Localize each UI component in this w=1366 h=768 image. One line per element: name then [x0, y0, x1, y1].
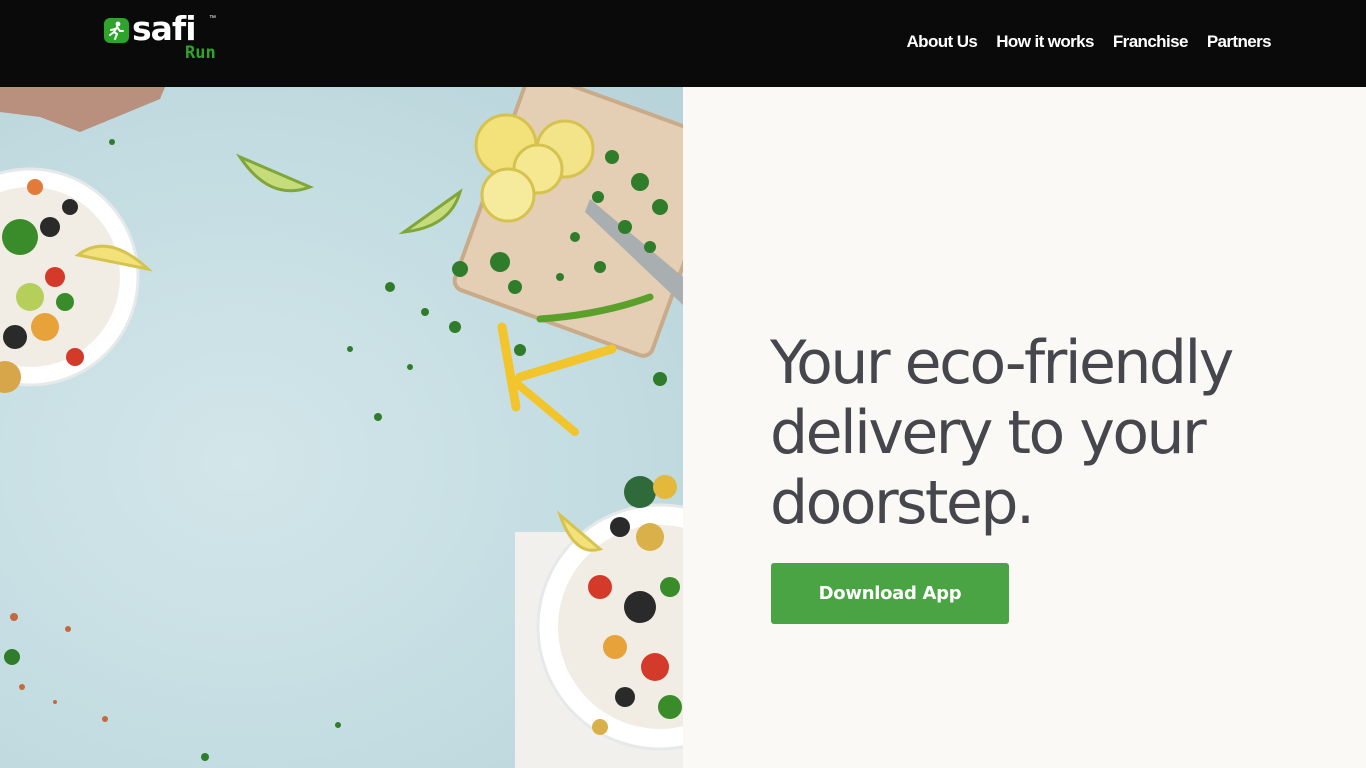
nav-link-franchise[interactable]: Franchise: [1113, 30, 1189, 54]
main-nav: About Us How it works Franchise Partners: [906, 30, 1271, 54]
top-navbar: safi ™ Run About Us How it works Franchi…: [0, 0, 1366, 87]
logo-subtitle: Run: [185, 43, 216, 63]
runner-icon: [104, 18, 129, 43]
logo-trademark: ™: [209, 15, 216, 22]
hero-headline: Your eco-friendly delivery to your doors…: [770, 328, 1234, 538]
safi-run-logo[interactable]: safi ™ Run: [104, 9, 224, 67]
hero-food-photo: [0, 87, 683, 768]
download-app-button[interactable]: Download App: [771, 563, 1009, 624]
nav-link-partners[interactable]: Partners: [1207, 30, 1272, 54]
nav-link-how-it-works[interactable]: How it works: [996, 30, 1094, 54]
nav-link-about-us[interactable]: About Us: [906, 30, 977, 54]
